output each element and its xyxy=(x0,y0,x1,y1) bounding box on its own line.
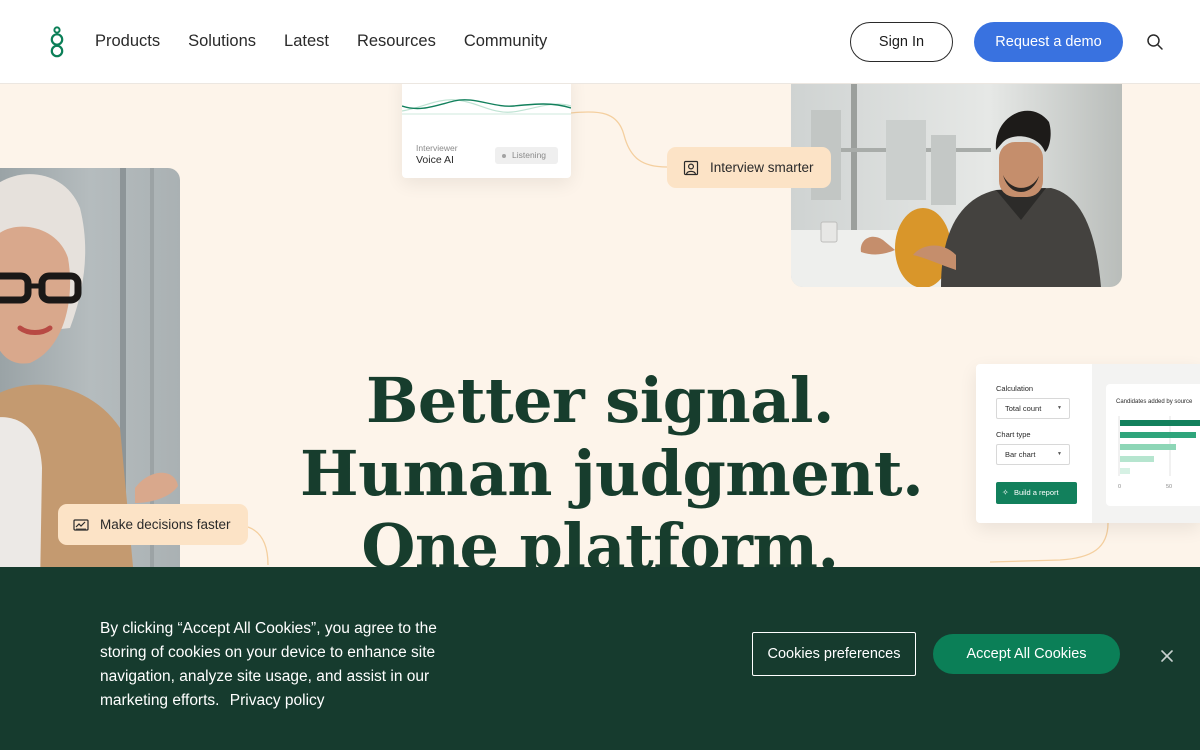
chart-type-select[interactable]: Bar chart xyxy=(996,444,1070,465)
chart-bar xyxy=(1120,444,1176,450)
chart-bar xyxy=(1120,468,1130,474)
privacy-policy-link[interactable]: Privacy policy xyxy=(230,692,325,709)
request-demo-button[interactable]: Request a demo xyxy=(974,22,1123,62)
report-chart: Candidates added by source 0 50 xyxy=(1106,384,1200,506)
make-decisions-label: Make decisions faster xyxy=(100,517,231,532)
nav-community[interactable]: Community xyxy=(464,30,547,52)
calculation-select[interactable]: Total count xyxy=(996,398,1070,419)
accept-all-cookies-button[interactable]: Accept All Cookies xyxy=(933,634,1120,674)
cookies-preferences-button[interactable]: Cookies preferences xyxy=(752,632,916,676)
interview-smarter-label: Interview smarter xyxy=(710,160,814,175)
build-report-button[interactable]: Build a report xyxy=(996,482,1077,504)
chart-bar xyxy=(1120,432,1196,438)
site-header: Products Solutions Latest Resources Comm… xyxy=(0,0,1200,84)
interviewer-photo xyxy=(791,80,1122,287)
waveform-graphic xyxy=(402,99,571,115)
listening-status-badge: Listening xyxy=(495,147,558,164)
report-options-panel: Calculation Total count Chart type Bar c… xyxy=(976,364,1092,523)
search-icon[interactable] xyxy=(1145,32,1165,52)
calculation-label: Calculation xyxy=(996,384,1034,393)
interviewer-label: Interviewer xyxy=(416,143,458,153)
chart-bar xyxy=(1120,456,1154,462)
nav-solutions[interactable]: Solutions xyxy=(188,30,256,52)
nav-latest[interactable]: Latest xyxy=(284,30,329,52)
voice-ai-card: Interviewer Voice AI Listening xyxy=(402,72,571,178)
interview-smarter-pill: Interview smarter xyxy=(667,147,831,188)
sign-in-button[interactable]: Sign In xyxy=(850,22,953,62)
chart-card-icon xyxy=(73,518,89,531)
report-builder-card: Calculation Total count Chart type Bar c… xyxy=(976,364,1200,523)
axis-max: 50 xyxy=(1166,484,1172,490)
hero-headline: Better signal. Human judgment. One platf… xyxy=(300,364,924,583)
headline-line-1: Better signal. xyxy=(365,364,835,437)
cookie-banner: By clicking “Accept All Cookies”, you ag… xyxy=(0,567,1200,750)
nav-resources[interactable]: Resources xyxy=(357,30,436,52)
nav-products[interactable]: Products xyxy=(95,30,160,52)
report-preview-panel: Candidates added by source 0 50 xyxy=(1092,364,1200,523)
close-icon[interactable] xyxy=(1158,647,1176,665)
headline-line-2: Human judgment. xyxy=(300,437,924,510)
make-decisions-pill: Make decisions faster xyxy=(58,504,248,545)
cookie-message: By clicking “Accept All Cookies”, you ag… xyxy=(100,617,460,713)
chart-bar xyxy=(1120,420,1200,426)
chart-type-label: Chart type xyxy=(996,430,1031,439)
brand-logo-icon[interactable] xyxy=(48,26,66,58)
axis-min: 0 xyxy=(1118,484,1121,490)
interview-icon xyxy=(683,160,699,175)
main-nav: Products Solutions Latest Resources Comm… xyxy=(95,30,547,52)
interviewer-name: Voice AI xyxy=(416,154,454,166)
